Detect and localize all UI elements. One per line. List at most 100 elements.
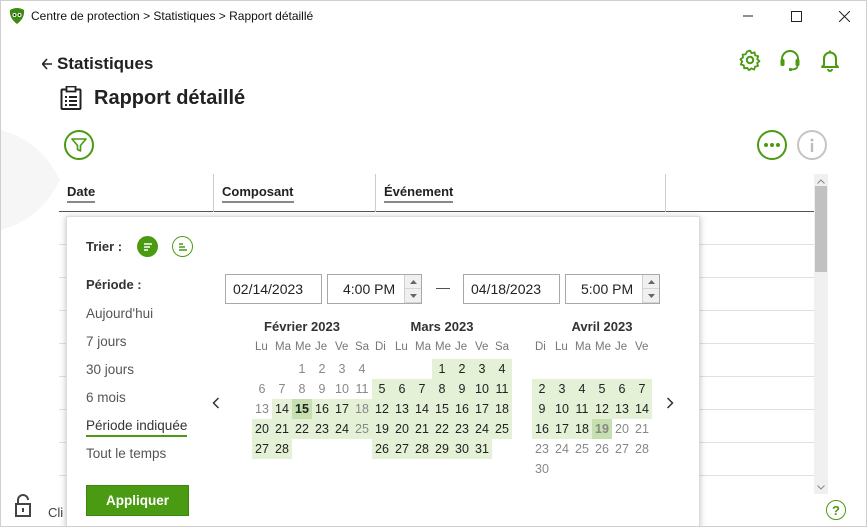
calendar-day[interactable]: 9 xyxy=(312,379,332,399)
calendar-day[interactable]: 14 xyxy=(632,399,652,419)
gear-icon[interactable] xyxy=(738,48,762,72)
end-time-spinner[interactable] xyxy=(642,275,659,303)
period-6-months[interactable]: 6 mois xyxy=(86,390,126,405)
scroll-up-arrow[interactable] xyxy=(814,175,828,187)
calendar-day[interactable]: 12 xyxy=(592,399,612,419)
sort-descending-button[interactable] xyxy=(137,236,158,257)
calendar-day[interactable]: 26 xyxy=(592,439,612,459)
calendar-day[interactable]: 7 xyxy=(272,379,292,399)
end-date-field[interactable]: 04/18/2023 xyxy=(463,274,560,304)
calendar-day[interactable]: 10 xyxy=(552,399,572,419)
calendar-day[interactable]: 4 xyxy=(572,379,592,399)
calendar-day[interactable]: 16 xyxy=(312,399,332,419)
spinner-up-icon[interactable] xyxy=(405,275,421,289)
calendar-day[interactable]: 11 xyxy=(352,379,372,399)
minimize-button[interactable] xyxy=(725,0,771,32)
calendar-day[interactable]: 23 xyxy=(452,419,472,439)
help-icon[interactable]: ? xyxy=(826,500,846,520)
calendar-day[interactable]: 25 xyxy=(572,439,592,459)
calendar-day[interactable]: 6 xyxy=(252,379,272,399)
calendar-day[interactable]: 5 xyxy=(592,379,612,399)
calendar-day[interactable]: 19 xyxy=(592,419,612,439)
calendar-day[interactable]: 30 xyxy=(532,459,552,479)
apply-button[interactable]: Appliquer xyxy=(86,485,189,516)
calendar-day[interactable]: 18 xyxy=(572,419,592,439)
calendar-day[interactable]: 6 xyxy=(612,379,632,399)
calendar-day[interactable]: 13 xyxy=(392,399,412,419)
spinner-down-icon[interactable] xyxy=(643,289,659,303)
back-link[interactable]: Statistiques xyxy=(42,54,153,74)
calendar-day[interactable]: 17 xyxy=(332,399,352,419)
calendar-day[interactable]: 4 xyxy=(352,359,372,379)
calendar-day[interactable]: 16 xyxy=(532,419,552,439)
calendar-day[interactable]: 5 xyxy=(372,379,392,399)
calendar-day[interactable]: 24 xyxy=(332,419,352,439)
end-time-field[interactable]: 5:00 PM xyxy=(565,274,660,304)
start-date-field[interactable]: 02/14/2023 xyxy=(225,274,322,304)
calendar-day[interactable]: 10 xyxy=(332,379,352,399)
calendar-day[interactable]: 27 xyxy=(612,439,632,459)
close-button[interactable] xyxy=(821,0,867,32)
info-button[interactable] xyxy=(797,130,827,160)
calendar-day[interactable]: 24 xyxy=(552,439,572,459)
calendar-day[interactable]: 8 xyxy=(432,379,452,399)
calendar-day[interactable]: 29 xyxy=(432,439,452,459)
calendar-day[interactable]: 21 xyxy=(632,419,652,439)
calendar-day[interactable]: 22 xyxy=(432,419,452,439)
calendar-day[interactable]: 26 xyxy=(372,439,392,459)
calendar-day[interactable]: 23 xyxy=(312,419,332,439)
period-30-days[interactable]: 30 jours xyxy=(86,362,134,377)
calendar-day[interactable]: 28 xyxy=(632,439,652,459)
calendar-day[interactable]: 2 xyxy=(312,359,332,379)
calendar-day[interactable]: 14 xyxy=(272,399,292,419)
calendar-day[interactable]: 31 xyxy=(472,439,492,459)
calendar-day[interactable]: 23 xyxy=(532,439,552,459)
column-header-event[interactable]: Événement xyxy=(384,174,454,212)
period-custom[interactable]: Période indiquée xyxy=(86,418,188,437)
period-all-time[interactable]: Tout le temps xyxy=(86,446,166,461)
next-month-button[interactable] xyxy=(663,393,677,413)
bell-icon[interactable] xyxy=(818,48,842,72)
headset-icon[interactable] xyxy=(778,48,802,72)
maximize-button[interactable] xyxy=(773,0,819,32)
calendar-day[interactable]: 1 xyxy=(432,359,452,379)
scrollbar-thumb[interactable] xyxy=(815,186,827,272)
calendar-day[interactable]: 15 xyxy=(292,399,312,419)
previous-month-button[interactable] xyxy=(209,393,223,413)
sort-ascending-button[interactable] xyxy=(172,236,193,257)
calendar-day[interactable]: 1 xyxy=(292,359,312,379)
calendar-day[interactable]: 18 xyxy=(492,399,512,419)
calendar-day[interactable]: 4 xyxy=(492,359,512,379)
calendar-day[interactable]: 13 xyxy=(612,399,632,419)
calendar-day[interactable]: 19 xyxy=(372,419,392,439)
calendar-day[interactable]: 10 xyxy=(472,379,492,399)
calendar-day[interactable]: 7 xyxy=(632,379,652,399)
calendar-day[interactable]: 21 xyxy=(412,419,432,439)
calendar-day[interactable]: 9 xyxy=(452,379,472,399)
calendar-day[interactable]: 13 xyxy=(252,399,272,419)
calendar-day[interactable]: 27 xyxy=(252,439,272,459)
calendar-day[interactable]: 9 xyxy=(532,399,552,419)
calendar-day[interactable]: 12 xyxy=(372,399,392,419)
calendar-day[interactable]: 20 xyxy=(392,419,412,439)
calendar-day[interactable]: 8 xyxy=(292,379,312,399)
start-time-field[interactable]: 4:00 PM xyxy=(327,274,422,304)
calendar-day[interactable]: 16 xyxy=(452,399,472,419)
filter-button[interactable] xyxy=(64,130,94,160)
calendar-day[interactable]: 3 xyxy=(332,359,352,379)
more-options-button[interactable] xyxy=(757,130,787,160)
scroll-down-arrow[interactable] xyxy=(814,481,828,493)
period-today[interactable]: Aujourd'hui xyxy=(86,306,153,321)
calendar-day[interactable]: 11 xyxy=(492,379,512,399)
unlock-icon[interactable] xyxy=(14,494,36,518)
calendar-day[interactable]: 20 xyxy=(612,419,632,439)
calendar-day[interactable]: 28 xyxy=(272,439,292,459)
calendar-day[interactable]: 27 xyxy=(392,439,412,459)
calendar-day[interactable]: 3 xyxy=(552,379,572,399)
calendar-day[interactable]: 17 xyxy=(472,399,492,419)
calendar-day[interactable]: 6 xyxy=(392,379,412,399)
calendar-day[interactable]: 11 xyxy=(572,399,592,419)
start-time-spinner[interactable] xyxy=(404,275,421,303)
calendar-day[interactable]: 15 xyxy=(432,399,452,419)
calendar-day[interactable]: 2 xyxy=(532,379,552,399)
